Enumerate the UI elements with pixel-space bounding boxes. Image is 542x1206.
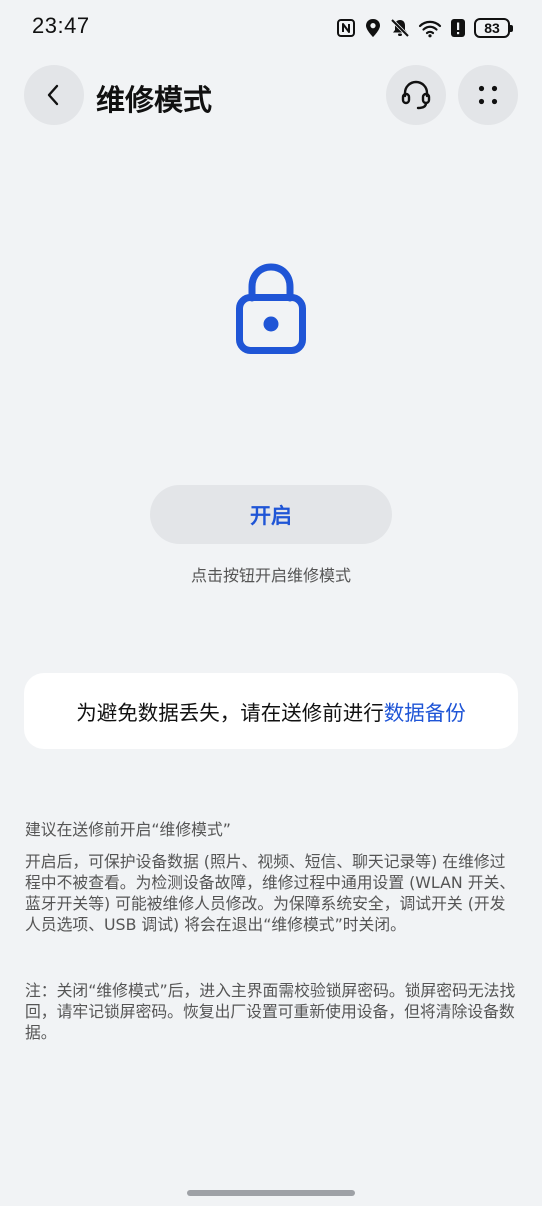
battery-icon: 83 bbox=[474, 18, 513, 38]
battery-level: 83 bbox=[484, 20, 500, 36]
wifi-icon bbox=[418, 18, 442, 38]
backup-warning-text: 为避免数据丢失，请在送修前进行 bbox=[76, 701, 384, 725]
support-button[interactable] bbox=[386, 65, 446, 125]
data-backup-link[interactable]: 数据备份 bbox=[384, 696, 466, 726]
home-indicator[interactable] bbox=[187, 1190, 355, 1196]
info-body-text: 开启后，可保护设备数据 (照片、视频、短信、聊天记录等) 在维修过程中不被查看。… bbox=[25, 852, 516, 934]
info-body: 开启后，可保护设备数据 (照片、视频、短信、聊天记录等) 在维修过程中不被查看。… bbox=[25, 851, 517, 935]
alert-icon bbox=[450, 18, 466, 38]
headset-icon bbox=[401, 80, 431, 110]
page-title: 维修模式 bbox=[96, 83, 213, 117]
enable-hint: 点击按钮开启维修模式 bbox=[190, 566, 351, 585]
chevron-left-icon bbox=[47, 84, 59, 106]
info-heading: 建议在送修前开启“维修模式” bbox=[25, 819, 517, 840]
location-icon bbox=[364, 18, 382, 38]
backup-card: 为避免数据丢失，请在送修前进行 数据备份 bbox=[24, 673, 518, 749]
more-options-button[interactable] bbox=[458, 65, 518, 125]
status-bar: 23:47 83 bbox=[0, 0, 542, 56]
enable-button[interactable]: 开启 bbox=[150, 485, 392, 544]
info-note-text: 注：关闭“维修模式”后，进入主界面需校验锁屏密码。锁屏密码无法找回，请牢记锁屏密… bbox=[25, 981, 516, 1042]
info-heading-text: 建议在送修前开启“维修模式” bbox=[25, 820, 231, 839]
nfc-icon bbox=[336, 18, 356, 38]
info-note: 注：关闭“维修模式”后，进入主界面需校验锁屏密码。锁屏密码无法找回，请牢记锁屏密… bbox=[25, 980, 517, 1043]
status-icons: 83 bbox=[336, 16, 513, 40]
lock-icon bbox=[234, 262, 308, 358]
status-time: 23:47 bbox=[32, 13, 90, 38]
more-dots-icon bbox=[478, 85, 498, 105]
header: 维修模式 bbox=[0, 64, 542, 126]
back-button[interactable] bbox=[24, 65, 84, 125]
bell-off-icon bbox=[390, 18, 410, 38]
